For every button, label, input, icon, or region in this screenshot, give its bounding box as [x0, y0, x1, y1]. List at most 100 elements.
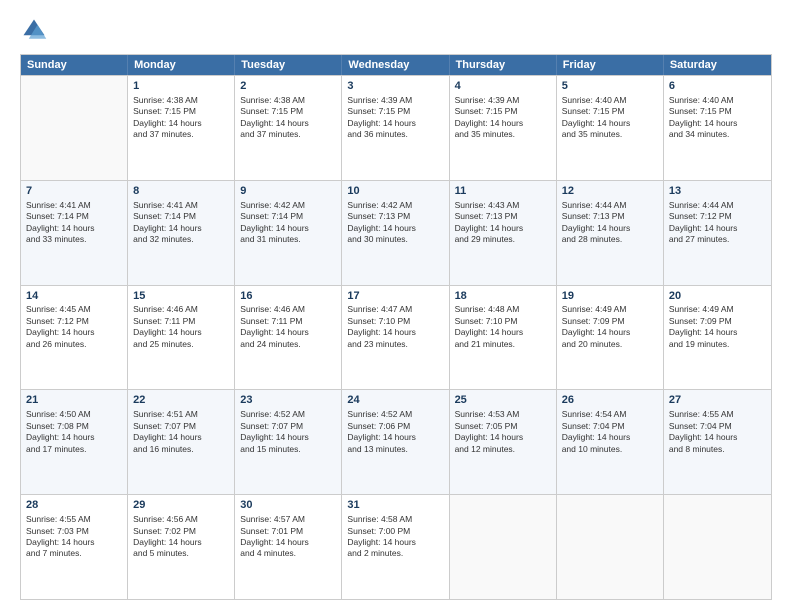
cell-info: Sunset: 7:12 PM	[26, 316, 122, 327]
cell-info: Sunrise: 4:41 AM	[26, 200, 122, 211]
day-number: 19	[562, 289, 658, 304]
day-cell-2: 2Sunrise: 4:38 AMSunset: 7:15 PMDaylight…	[235, 76, 342, 180]
logo-icon	[20, 16, 48, 44]
cell-info: Sunrise: 4:42 AM	[240, 200, 336, 211]
calendar-header: SundayMondayTuesdayWednesdayThursdayFrid…	[21, 55, 771, 75]
header	[20, 16, 772, 44]
cell-info: Sunrise: 4:46 AM	[133, 304, 229, 315]
cell-info: Sunset: 7:15 PM	[133, 106, 229, 117]
day-number: 28	[26, 498, 122, 513]
cell-info: Sunset: 7:15 PM	[669, 106, 766, 117]
cell-info: Sunset: 7:05 PM	[455, 421, 551, 432]
daylight-line1: Daylight: 14 hours	[669, 432, 766, 443]
cell-info: Sunset: 7:09 PM	[669, 316, 766, 327]
cell-info: Sunset: 7:07 PM	[133, 421, 229, 432]
daylight-line1: Daylight: 14 hours	[26, 432, 122, 443]
cell-info: Sunset: 7:04 PM	[562, 421, 658, 432]
cell-info: Sunrise: 4:51 AM	[133, 409, 229, 420]
day-cell-18: 18Sunrise: 4:48 AMSunset: 7:10 PMDayligh…	[450, 286, 557, 390]
day-number: 20	[669, 289, 766, 304]
day-cell-14: 14Sunrise: 4:45 AMSunset: 7:12 PMDayligh…	[21, 286, 128, 390]
daylight-line2: and 15 minutes.	[240, 444, 336, 455]
day-cell-17: 17Sunrise: 4:47 AMSunset: 7:10 PMDayligh…	[342, 286, 449, 390]
daylight-line1: Daylight: 14 hours	[133, 223, 229, 234]
cell-info: Sunrise: 4:45 AM	[26, 304, 122, 315]
day-number: 6	[669, 79, 766, 94]
daylight-line2: and 30 minutes.	[347, 234, 443, 245]
day-cell-15: 15Sunrise: 4:46 AMSunset: 7:11 PMDayligh…	[128, 286, 235, 390]
day-cell-12: 12Sunrise: 4:44 AMSunset: 7:13 PMDayligh…	[557, 181, 664, 285]
day-cell-3: 3Sunrise: 4:39 AMSunset: 7:15 PMDaylight…	[342, 76, 449, 180]
day-number: 31	[347, 498, 443, 513]
calendar: SundayMondayTuesdayWednesdayThursdayFrid…	[20, 54, 772, 600]
day-cell-20: 20Sunrise: 4:49 AMSunset: 7:09 PMDayligh…	[664, 286, 771, 390]
cell-info: Sunset: 7:15 PM	[562, 106, 658, 117]
cell-info: Sunset: 7:01 PM	[240, 526, 336, 537]
cell-info: Sunset: 7:14 PM	[240, 211, 336, 222]
day-number: 25	[455, 393, 551, 408]
day-cell-4: 4Sunrise: 4:39 AMSunset: 7:15 PMDaylight…	[450, 76, 557, 180]
daylight-line1: Daylight: 14 hours	[455, 223, 551, 234]
daylight-line1: Daylight: 14 hours	[669, 223, 766, 234]
daylight-line2: and 21 minutes.	[455, 339, 551, 350]
calendar-row-1: 7Sunrise: 4:41 AMSunset: 7:14 PMDaylight…	[21, 180, 771, 285]
day-cell-13: 13Sunrise: 4:44 AMSunset: 7:12 PMDayligh…	[664, 181, 771, 285]
day-number: 17	[347, 289, 443, 304]
calendar-row-0: 1Sunrise: 4:38 AMSunset: 7:15 PMDaylight…	[21, 75, 771, 180]
cell-info: Sunrise: 4:38 AM	[240, 95, 336, 106]
daylight-line2: and 35 minutes.	[455, 129, 551, 140]
daylight-line1: Daylight: 14 hours	[26, 537, 122, 548]
daylight-line2: and 35 minutes.	[562, 129, 658, 140]
calendar-row-4: 28Sunrise: 4:55 AMSunset: 7:03 PMDayligh…	[21, 494, 771, 599]
cell-info: Sunrise: 4:38 AM	[133, 95, 229, 106]
cell-info: Sunrise: 4:39 AM	[455, 95, 551, 106]
day-cell-9: 9Sunrise: 4:42 AMSunset: 7:14 PMDaylight…	[235, 181, 342, 285]
day-number: 23	[240, 393, 336, 408]
daylight-line2: and 4 minutes.	[240, 548, 336, 559]
day-cell-8: 8Sunrise: 4:41 AMSunset: 7:14 PMDaylight…	[128, 181, 235, 285]
daylight-line2: and 23 minutes.	[347, 339, 443, 350]
daylight-line2: and 31 minutes.	[240, 234, 336, 245]
daylight-line1: Daylight: 14 hours	[240, 327, 336, 338]
cell-info: Sunset: 7:09 PM	[562, 316, 658, 327]
daylight-line2: and 20 minutes.	[562, 339, 658, 350]
day-number: 30	[240, 498, 336, 513]
cell-info: Sunrise: 4:48 AM	[455, 304, 551, 315]
daylight-line1: Daylight: 14 hours	[562, 432, 658, 443]
cell-info: Sunrise: 4:47 AM	[347, 304, 443, 315]
day-cell-16: 16Sunrise: 4:46 AMSunset: 7:11 PMDayligh…	[235, 286, 342, 390]
header-day-saturday: Saturday	[664, 55, 771, 75]
day-cell-11: 11Sunrise: 4:43 AMSunset: 7:13 PMDayligh…	[450, 181, 557, 285]
daylight-line1: Daylight: 14 hours	[562, 118, 658, 129]
daylight-line1: Daylight: 14 hours	[347, 537, 443, 548]
cell-info: Sunrise: 4:56 AM	[133, 514, 229, 525]
daylight-line1: Daylight: 14 hours	[455, 432, 551, 443]
daylight-line1: Daylight: 14 hours	[240, 223, 336, 234]
day-cell-21: 21Sunrise: 4:50 AMSunset: 7:08 PMDayligh…	[21, 390, 128, 494]
daylight-line1: Daylight: 14 hours	[133, 432, 229, 443]
day-number: 2	[240, 79, 336, 94]
daylight-line2: and 16 minutes.	[133, 444, 229, 455]
cell-info: Sunset: 7:07 PM	[240, 421, 336, 432]
cell-info: Sunset: 7:13 PM	[562, 211, 658, 222]
cell-info: Sunrise: 4:55 AM	[669, 409, 766, 420]
day-cell-1: 1Sunrise: 4:38 AMSunset: 7:15 PMDaylight…	[128, 76, 235, 180]
daylight-line2: and 24 minutes.	[240, 339, 336, 350]
cell-info: Sunrise: 4:44 AM	[562, 200, 658, 211]
cell-info: Sunset: 7:12 PM	[669, 211, 766, 222]
daylight-line2: and 29 minutes.	[455, 234, 551, 245]
daylight-line2: and 17 minutes.	[26, 444, 122, 455]
day-number: 22	[133, 393, 229, 408]
daylight-line2: and 10 minutes.	[562, 444, 658, 455]
day-cell-31: 31Sunrise: 4:58 AMSunset: 7:00 PMDayligh…	[342, 495, 449, 599]
day-number: 16	[240, 289, 336, 304]
empty-cell-4-6	[664, 495, 771, 599]
day-cell-6: 6Sunrise: 4:40 AMSunset: 7:15 PMDaylight…	[664, 76, 771, 180]
daylight-line1: Daylight: 14 hours	[133, 327, 229, 338]
daylight-line1: Daylight: 14 hours	[669, 118, 766, 129]
day-number: 12	[562, 184, 658, 199]
daylight-line2: and 33 minutes.	[26, 234, 122, 245]
day-number: 29	[133, 498, 229, 513]
daylight-line1: Daylight: 14 hours	[133, 118, 229, 129]
cell-info: Sunrise: 4:39 AM	[347, 95, 443, 106]
